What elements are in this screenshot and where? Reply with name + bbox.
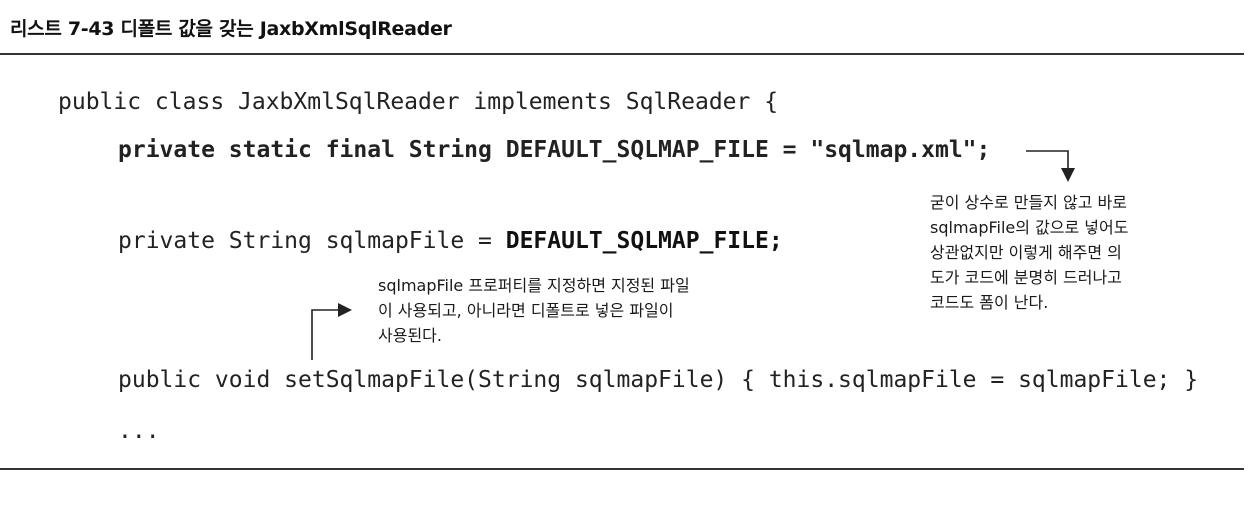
annotation-setter-line: 이 사용되고, 아니라면 디폴트로 넣은 파일이 — [378, 301, 674, 320]
code-line-default-constant: private static final String DEFAULT_SQLM… — [118, 137, 991, 163]
listing-title: 리스트 7-43 디폴트 값을 갖는 JaxbXmlSqlReader — [10, 18, 452, 40]
code-line-class-declaration: public class JaxbXmlSqlReader implements… — [58, 89, 779, 115]
annotation-constant-line: 상관없지만 이렇게 해주면 의 — [930, 243, 1122, 262]
annotation-constant-line: sqlmapFile의 값으로 넣어도 — [930, 218, 1129, 237]
code-line-setter-method: public void setSqlmapFile(String sqlmapF… — [118, 367, 1199, 393]
annotation-constant-line: 굳이 상수로 만들지 않고 바로 — [930, 193, 1127, 212]
code-field-default-ref: DEFAULT_SQLMAP_FILE; — [505, 228, 783, 254]
annotation-constant-line: 도가 코드에 분명히 드러나고 — [930, 268, 1122, 287]
constant-note-arrow-icon — [1026, 150, 1075, 182]
bottom-divider — [0, 468, 1244, 470]
annotation-constant-line: 코드도 폼이 난다. — [930, 293, 1049, 312]
code-line-sqlmapfile-field: private String sqlmapFile = DEFAULT_SQLM… — [118, 228, 783, 254]
annotation-setter-line: 사용된다. — [378, 326, 442, 345]
top-divider — [0, 53, 1244, 55]
code-field-prefix: private String sqlmapFile = — [118, 228, 506, 254]
annotation-setter-note: sqlmapFile 프로퍼티를 지정하면 지정된 파일 이 사용되고, 아니라… — [378, 273, 690, 348]
annotation-constant-note: 굳이 상수로 만들지 않고 바로 sqlmapFile의 값으로 넣어도 상관없… — [930, 190, 1128, 315]
code-line-ellipsis: ... — [118, 418, 160, 444]
annotation-setter-line: sqlmapFile 프로퍼티를 지정하면 지정된 파일 — [378, 276, 690, 295]
setter-note-arrow-icon — [311, 303, 352, 360]
